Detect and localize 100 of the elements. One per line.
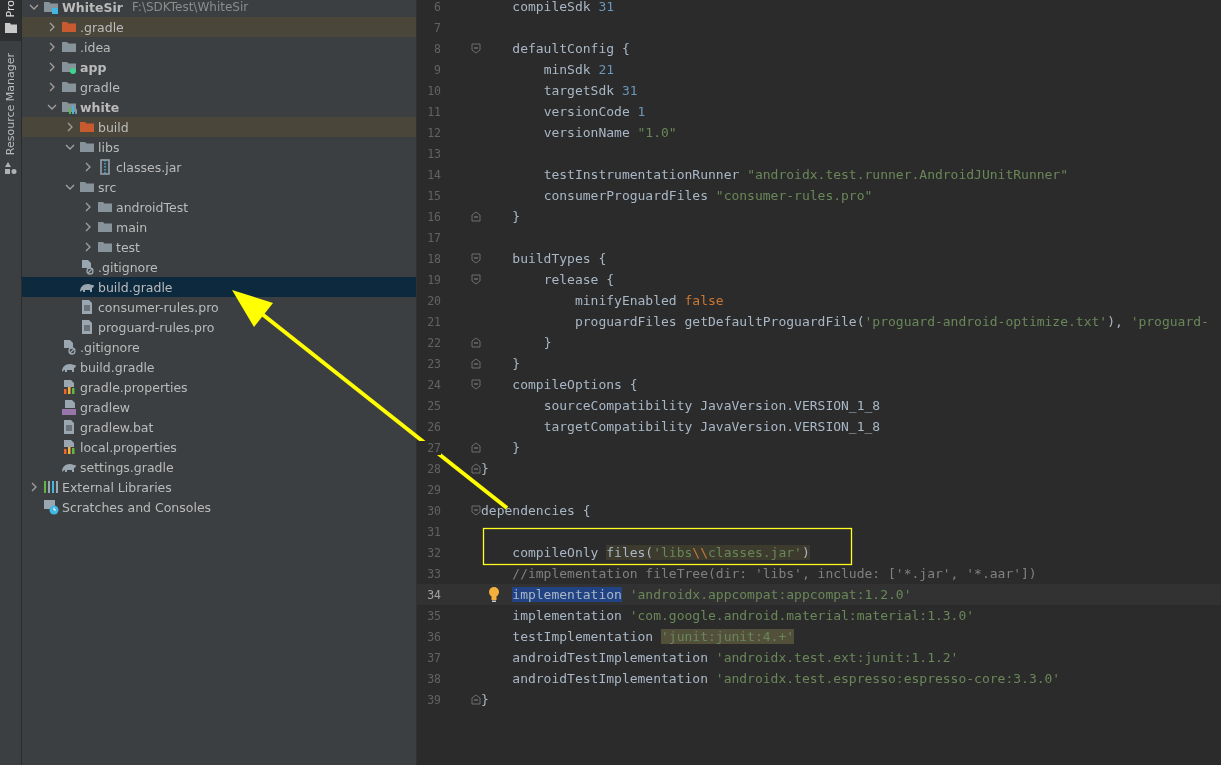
unfold-icon[interactable] (471, 358, 481, 369)
tree-item[interactable]: classes.jar (22, 157, 416, 177)
code-line: compileOptions { (512, 377, 638, 392)
code-line: androidTestImplementation 'androidx.test.espresso:espresso-core:3.3.0' (512, 671, 1061, 686)
usage-highlight: classes.jar' (708, 545, 802, 560)
text-selection: implementation (512, 587, 622, 602)
code-line: implementation 'androidx.appcompat:appcompat:1.2.0' (512, 587, 912, 602)
usage-highlight: files( (606, 545, 654, 560)
tree-item[interactable]: test (22, 237, 416, 257)
folder-icon (79, 119, 95, 135)
tree-item[interactable]: src (22, 177, 416, 197)
folder-icon (97, 239, 113, 255)
tree-item[interactable]: proguard-rules.pro (22, 317, 416, 337)
lightbulb-icon[interactable] (487, 586, 501, 602)
fold-icon[interactable] (471, 274, 481, 285)
code-line: consumerProguardFiles "consumer-rules.pro" (543, 188, 873, 203)
tree-item[interactable]: main (22, 217, 416, 237)
tree-item[interactable]: build.gradle (22, 357, 416, 377)
unfold-icon[interactable] (471, 211, 481, 222)
code-line: compileOnly files('libs\\classes.jar') (512, 545, 810, 560)
folder-icon (4, 23, 17, 34)
tree-item[interactable]: gradlew.bat (22, 417, 416, 437)
tree-item[interactable]: white (22, 97, 416, 117)
ignore-file-icon (79, 259, 95, 275)
fold-icon[interactable] (471, 43, 481, 54)
tree-item[interactable]: settings.gradle (22, 457, 416, 477)
tree-item[interactable]: .gitignore (22, 337, 416, 357)
fold-icon[interactable] (471, 379, 481, 390)
code-line: buildTypes { (512, 251, 607, 266)
fold-icon[interactable] (471, 505, 481, 516)
tree-item[interactable]: Scratches and Consoles (22, 497, 416, 517)
unfold-icon[interactable] (471, 442, 481, 453)
fold-icon[interactable] (471, 253, 481, 264)
code-line: sourceCompatibility JavaVersion.VERSION_1_8 (543, 398, 881, 413)
folder-icon (97, 199, 113, 215)
code-line: targetSdk 31 (543, 83, 638, 98)
code-line: defaultConfig { (512, 41, 630, 56)
code-line: targetCompatibility JavaVersion.VERSION_1_8 (543, 419, 881, 434)
code-line: } (543, 335, 552, 350)
properties-file-icon (61, 379, 77, 395)
code-line: } (512, 209, 521, 224)
code-line: } (481, 692, 489, 707)
tree-item[interactable]: External Libraries (22, 477, 416, 497)
folder-icon (79, 179, 95, 195)
tree-item[interactable]: .gitignore (22, 257, 416, 277)
usage-highlight: \\ (692, 545, 708, 560)
scratches-icon (43, 499, 59, 515)
module-icon (61, 99, 77, 115)
text-file-icon (61, 419, 77, 435)
tree-item[interactable]: gradlew (22, 397, 416, 417)
code-line: androidTestImplementation 'androidx.test.ext:junit:1.1.2' (512, 650, 959, 665)
tree-item[interactable]: .idea (22, 37, 416, 57)
archive-icon (97, 159, 113, 175)
tree-item[interactable]: gradle (22, 77, 416, 97)
folder-icon (97, 219, 113, 235)
code-line: release { (543, 272, 615, 287)
folder-icon (61, 79, 77, 95)
code-line: compileSdk 31 (512, 0, 615, 14)
tree-item[interactable]: WhiteSir F:\SDKTest\WhiteSir (22, 0, 416, 17)
tool-window-tab[interactable]: Resource Manager (0, 47, 21, 182)
module-icon (61, 59, 77, 75)
libraries-icon (43, 479, 59, 495)
line-number: 27 (417, 440, 441, 455)
code-line: versionCode 1 (543, 104, 646, 119)
text-file-icon (79, 299, 95, 315)
unfold-icon[interactable] (471, 463, 481, 474)
code-line: minSdk 21 (543, 62, 615, 77)
tree-item[interactable]: build (22, 117, 416, 137)
tree-item[interactable]: app (22, 57, 416, 77)
code-line: //implementation fileTree(dir: 'libs', include: ['*.jar', '*.aar']) (512, 566, 1037, 581)
folder-icon (79, 139, 95, 155)
code-line: proguardFiles getDefaultProguardFile('proguard-android-optimize.txt'), 'proguard- (574, 314, 1209, 329)
tree-item[interactable]: gradle.properties (22, 377, 416, 397)
module-icon (43, 0, 59, 15)
code-line: } (512, 440, 521, 455)
folder-icon (61, 19, 77, 35)
script-file-icon (61, 399, 77, 415)
tree-item[interactable]: .gradle (22, 17, 416, 37)
unfold-icon[interactable] (471, 694, 481, 705)
code-line: testInstrumentationRunner "androidx.test.runner.AndroidJUnitRunner" (543, 167, 1069, 182)
code-line: implementation 'com.google.android.material:material:1.3.0' (512, 608, 975, 623)
tool-window-tab[interactable]: Pro (0, 0, 21, 42)
usage-highlight: 'libs (653, 545, 693, 560)
ignore-file-icon (61, 339, 77, 355)
tree-item[interactable]: consumer-rules.pro (22, 297, 416, 317)
properties-file-icon (61, 439, 77, 455)
tree-item[interactable]: local.properties (22, 437, 416, 457)
code-line: } (512, 356, 521, 371)
tree-item[interactable]: libs (22, 137, 416, 157)
tree-item[interactable]: androidTest (22, 197, 416, 217)
text-file-icon (79, 319, 95, 335)
code-line: versionName "1.0" (543, 125, 677, 140)
usage-highlight: ) (801, 545, 810, 560)
tree-item[interactable]: build.gradle (22, 277, 416, 297)
shapes-icon (4, 161, 17, 174)
code-line: } (481, 461, 489, 476)
code-line: minifyEnabled false (574, 293, 724, 308)
unfold-icon[interactable] (471, 337, 481, 348)
folder-icon (61, 39, 77, 55)
project-path: F:\SDKTest\WhiteSir (131, 0, 249, 14)
